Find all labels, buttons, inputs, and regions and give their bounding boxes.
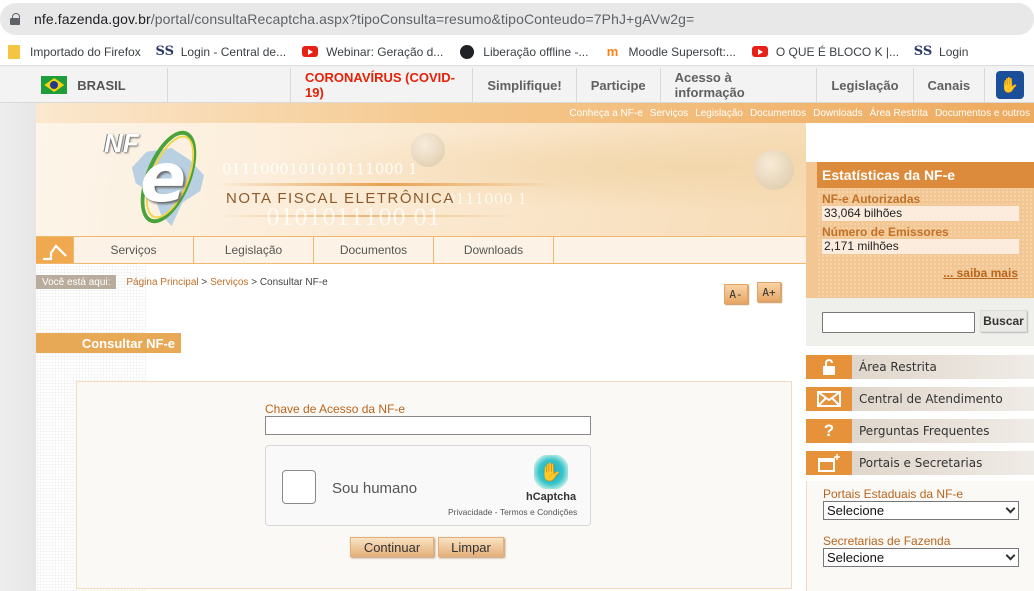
captcha-label: Sou humano [332,480,418,497]
secretarias-label: Secretarias de Fazenda [823,534,951,548]
supersoft-icon: SS [913,44,933,59]
envelope-icon [806,387,852,411]
window-add-icon [806,451,852,475]
home-icon [42,244,67,261]
bookmark-importado-firefox[interactable]: Importado do Firefox [6,44,141,60]
site-title: NOTA FISCAL ELETRÔNICA [226,190,455,207]
side-links: Área Restrita Central de Atendimento ? P… [806,355,1034,483]
main-nav: Serviços Legislação Documentos Downloads [36,236,806,264]
side-link-portais-secretarias[interactable]: Portais e Secretarias [806,451,1034,475]
home-button[interactable] [36,237,74,263]
lock-icon [806,355,852,379]
question-icon: ? [806,419,852,443]
nav-downloads[interactable]: Downloads [434,237,554,263]
folder-icon [6,44,22,60]
toplink-conheca[interactable]: Conheça a NF-e [569,108,642,119]
gov-link-legislacao[interactable]: Legislação [817,68,914,102]
font-decrease-button[interactable]: A- [724,284,748,304]
nav-documentos[interactable]: Documentos [314,237,434,263]
toplink-servicos[interactable]: Serviços [650,108,688,119]
libras-accessibility-icon[interactable]: ✋ [995,71,1024,99]
bookmark-bloco-k[interactable]: O QUE É BLOCO K |... [751,44,899,60]
side-link-area-restrita[interactable]: Área Restrita [806,355,1034,379]
gov-link-covid[interactable]: CORONAVÍRUS (COVID-19) [291,68,474,102]
bookmark-login[interactable]: SS Login [913,44,969,60]
toplink-legislacao[interactable]: Legislação [695,108,743,119]
gov-link-canais[interactable]: Canais [914,68,986,102]
lock-icon[interactable] [10,13,20,25]
captcha-privacy-terms-link[interactable]: Privacidade - Termos e Condições [448,507,577,517]
gov-bar: BRASIL CORONAVÍRUS (COVID-19) Simplifiqu… [0,68,1034,103]
breadcrumb-home[interactable]: Página Principal [126,277,198,288]
clear-button[interactable]: Limpar [438,537,504,557]
gov-link-simplifique[interactable]: Simplifique! [473,68,577,102]
authorized-label: NF-e Autorizadas [822,192,921,206]
chevron-down-icon [1005,550,1016,561]
brazil-flag-icon [41,76,68,94]
learn-more-link[interactable]: ... saiba mais [943,266,1018,280]
captcha-checkbox[interactable] [282,470,316,504]
breadcrumb: Você está aqui: Página Principal > Servi… [36,275,328,289]
issuers-label: Número de Emissores [822,225,949,239]
nfe-logo[interactable]: NF e [102,123,222,233]
header-banner: 0111000101010111000 1 0111000 1 01010111… [36,123,806,236]
toplink-documentos[interactable]: Documentos [750,108,806,119]
breadcrumb-label: Você está aqui: [36,275,117,289]
state-portals-select[interactable]: Selecione [823,501,1019,520]
hcaptcha-widget: Sou humano ✋ hCaptcha Privacidade - Term… [265,445,591,526]
search-button[interactable]: Buscar [980,310,1027,332]
issuers-value: 2,171 milhões [822,239,1019,254]
supersoft-icon: SS [155,44,174,59]
search-input[interactable] [822,312,975,333]
bookmark-liberacao-offline[interactable]: Liberação offline -... [459,44,588,60]
browser-toolbar: nfe.fazenda.gov.br/portal/consultaRecapt… [0,0,1034,38]
secretarias-select[interactable]: Selecione [823,548,1019,567]
toplink-documentos-outros[interactable]: Documentos e outros [935,108,1030,119]
url-text[interactable]: nfe.fazenda.gov.br/portal/consultaRecapt… [34,11,694,27]
gov-link-acesso-informacao[interactable]: Acesso à informação [661,68,818,102]
captcha-brand: hCaptcha [526,491,577,503]
stats-title: Estatísticas da NF-e [817,162,1034,188]
access-key-label: Chave de Acesso da NF-e [265,402,406,416]
moodle-icon: m [606,44,619,59]
font-increase-button[interactable]: A+ [757,282,781,302]
bookmark-webinar[interactable]: Webinar: Geração d... [302,44,443,60]
toplink-downloads[interactable]: Downloads [813,108,862,119]
section-title: Consultar NF-e [36,333,181,353]
gov-link-participe[interactable]: Participe [577,68,661,102]
address-bar[interactable]: nfe.fazenda.gov.br/portal/consultaRecapt… [0,3,1034,35]
breadcrumb-servicos[interactable]: Serviços [210,277,248,288]
youtube-icon [751,44,768,60]
bookmark-login-central[interactable]: SS Login - Central de... [155,44,286,60]
nav-legislacao[interactable]: Legislação [194,237,314,263]
sphere-decoration [754,150,794,190]
bookmarks-bar: Importado do Firefox SS Login - Central d… [0,38,1034,66]
toplink-area-restrita[interactable]: Área Restrita [870,108,928,119]
youtube-icon [302,44,319,60]
bookmark-moodle[interactable]: m Moodle Supersoft:... [604,44,736,60]
nav-servicos[interactable]: Serviços [74,237,194,263]
portals-panel: Portais Estaduais da NF-e Selecione Secr… [806,481,1034,591]
globe-icon [459,44,475,60]
top-links: Conheça a NF-e Serviços Legislação Docum… [36,103,1034,123]
breadcrumb-current: Consultar NF-e [259,276,328,288]
side-link-central-atendimento[interactable]: Central de Atendimento [806,387,1034,411]
continue-button[interactable]: Continuar [350,537,434,557]
stats-panel: Estatísticas da NF-e NF-e Autorizadas 33… [817,162,1034,298]
access-key-input[interactable] [265,416,591,435]
state-portals-label: Portais Estaduais da NF-e [823,487,964,501]
chevron-down-icon [1005,503,1016,514]
side-link-perguntas-frequentes[interactable]: ? Perguntas Frequentes [806,419,1034,443]
hcaptcha-hand-icon[interactable]: ✋ [534,455,568,489]
authorized-value: 33,064 bilhões [822,206,1019,221]
gov-brasil-link[interactable]: BRASIL [0,68,168,102]
